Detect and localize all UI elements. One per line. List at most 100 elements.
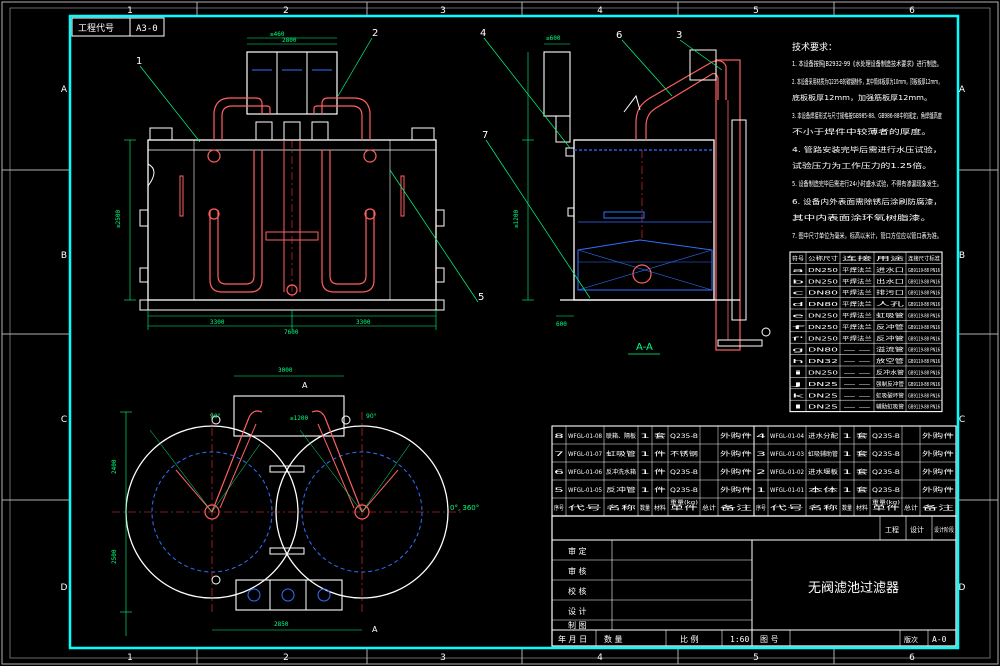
drawing-sheet: 1 2 3 4 5 6 1 2 3 4 5 6 A B C D A B C D … [0,0,1000,666]
nozzle-cell: 人孔 [876,300,905,308]
bom-weight-label: 重量(kg) [670,499,698,506]
bom-table: 8 WFGL-01-08 联箱、隔板 1 套 Q235-B 外购件7 WFGL-01-07 虹吸… [551,425,957,517]
section-a-a-dim-text: ≥600 ≥1200 600 [513,35,567,328]
bom-cell: WFGL-01-05 [568,487,602,494]
nozzle-cell: DN250 [808,371,839,377]
bom-cell: 件 [654,486,666,494]
angle-label-b: 90° [366,413,377,420]
nozzle-header-2: 连接 [842,255,873,263]
nozzle-cell: GB9119-88 PN16 [908,336,940,342]
dim-front-right-half: 3300 [356,319,371,326]
nozzle-cell: -- [842,359,872,365]
nozzle-cell: 平焊法兰 [842,300,873,308]
bom-cell: WFGL-01-01 [770,487,804,494]
tb-qty-label: 数 量 [604,634,623,644]
col-label-bot-5: 5 [753,653,759,663]
nozzle-cell: DN250 [808,325,839,331]
plan-view [112,395,462,612]
tb-drawing-no-label: 图 号 [760,635,779,644]
col-label-top-4: 4 [597,6,603,16]
leader-2: 2 [372,28,378,39]
nozzle-cell: l [792,405,808,411]
nozzle-table: 符号 公称尺寸 连接 用途 连接尺寸标准a DN250 平焊法兰 进水口 GB9119-88 P… [784,251,943,413]
nozzle-cell: 平焊法兰 [842,323,873,331]
tb-version-value: A-0 [932,635,947,644]
bom-header: 备注 [720,504,752,512]
dim-plan-vert: 2400 [111,459,118,474]
bom-header: 数量 [842,504,852,512]
nozzle-cell: DN32 [808,359,838,365]
bom-cell: 联箱、隔板 [606,432,636,440]
nozzle-cell: GB9119-88 PN16 [908,405,940,411]
bom-cell: WFGL-01-06 [568,469,602,476]
bom-cell: Q235-B [872,451,900,458]
note-line-9: 6. 设备内外表面需除锈后涂刷防腐漆， [792,197,942,206]
bom-cell: 1 [842,451,852,458]
dim-side-base: 600 [556,321,567,328]
bom-cell: 外购件 [720,450,752,458]
bom-cell: 件 [654,468,666,476]
bom-cell: 1 [640,487,650,494]
dim-front-overall: 7600 [284,329,299,336]
dim-side-height: ≥1200 [513,210,520,228]
col-label-bot-2: 2 [283,653,289,663]
section-a-a-view [543,49,771,351]
nozzle-cell: DN80 [808,348,839,354]
nozzle-cell: 反冲水管 [876,369,905,377]
note-line-7: 试验压力为工作压力的1.25倍。 [792,161,932,170]
nozzle-header-1: 公称尺寸 [808,255,839,263]
nozzle-cell: DN250 [808,314,839,320]
col-label-bot-4: 4 [597,653,603,663]
view-mark-a-bottom: A [372,625,378,634]
tb-scale-value: 1:60 [730,635,749,644]
note-line-11: 7. 图中尺寸单位为毫米，标高以米计，管口方位应以管口表为准。 [792,231,942,240]
code-block: 工程代号 A3-0 [71,17,165,37]
nozzle-cell: GB9119-88 PN16 [908,279,940,285]
plan-view-dim-text: 3000 2400 2500 2850 ≥1200 [111,367,308,628]
bom-cell: 套 [856,432,868,440]
nozzle-cell: k [792,393,807,399]
bom-header: 代号 [568,504,602,512]
bom-cell: 件 [654,450,666,458]
nozzle-cell: 平焊法兰 [842,289,873,297]
bom-header: 材料 [654,504,666,512]
bom-header: 序号 [554,504,564,512]
nozzle-cell: GB9119-88 PN16 [908,325,940,331]
bom-cell: WFGL-01-07 [568,451,602,458]
nozzle-cell: g [792,348,804,354]
nozzle-cell: DN80 [808,302,839,308]
nozzle-cell: GB9119-88 PN16 [908,382,940,388]
nozzle-cell: DN25 [808,393,839,399]
bom-cell: WFGL-01-03 [770,451,804,458]
nozzle-cell: GB9119-88 PN16 [908,268,940,274]
section-label: A-A [636,342,653,353]
col-label-bot-6: 6 [909,653,915,663]
tb-project-label: 工程 [885,525,899,534]
bom-cell: 8 [554,433,564,440]
bom-cell: 外购件 [922,450,954,458]
row-label-left-b: B [61,251,67,261]
note-line-4: 3. 本设备焊接形式与尺寸规格按GB985-88、GB986-88中的规定，角焊… [792,111,942,120]
bom-header: 名称 [606,504,636,512]
bom-cell: 1 [842,487,852,494]
nozzle-cell: -- [842,382,872,388]
tb-role-2: 审 核 [568,566,587,576]
dim-front-height: ≥2500 [115,210,122,228]
nozzle-cell: j [784,382,808,388]
bom-cell: 1 [756,487,766,494]
bom-cell: 4 [756,433,766,440]
angle-label-a: 90° [210,413,221,420]
leader-lines [139,37,723,303]
nozzle-cell: DN250 [808,336,839,342]
nozzle-cell: GB9119-88 PN16 [908,371,940,377]
bom-header: 总计 [904,504,918,512]
tb-role-3: 校 核 [568,586,587,596]
note-line-6: 4. 管路安装完毕后需进行水压试验， [792,145,942,154]
nozzle-cell: 出水口 [876,277,904,285]
nozzle-cell: DN250 [808,279,839,285]
row-label-right-d: D [959,583,966,593]
bom-cell: 反冲洗水箱 [606,468,636,476]
nozzle-cell: GB9119-88 PN16 [908,302,940,308]
angle-label-right: 0°, 360° [450,504,479,512]
bom-cell: 外购件 [922,486,954,494]
